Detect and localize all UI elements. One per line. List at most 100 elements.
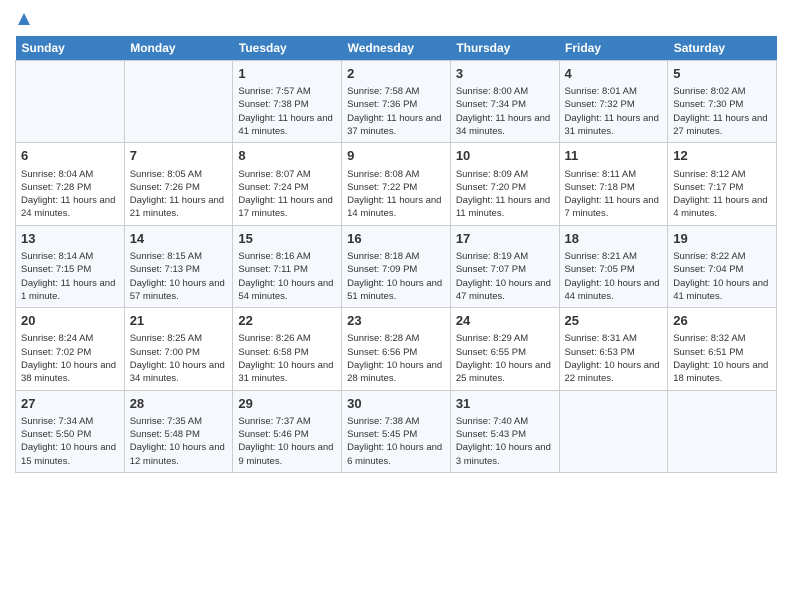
day-number: 5 <box>673 65 771 83</box>
calendar-day: 30 Sunrise: 7:38 AMSunset: 5:45 PMDayligh… <box>342 390 451 472</box>
calendar-day: 25 Sunrise: 8:31 AMSunset: 6:53 PMDayligh… <box>559 308 668 390</box>
calendar-day: 2 Sunrise: 7:58 AMSunset: 7:36 PMDaylight… <box>342 61 451 143</box>
day-info: Sunrise: 7:37 AMSunset: 5:46 PMDaylight:… <box>238 415 336 468</box>
day-info: Sunrise: 7:34 AMSunset: 5:50 PMDaylight:… <box>21 415 119 468</box>
calendar-day: 14 Sunrise: 8:15 AMSunset: 7:13 PMDayligh… <box>124 225 233 307</box>
calendar-day <box>16 61 125 143</box>
calendar-day: 7 Sunrise: 8:05 AMSunset: 7:26 PMDaylight… <box>124 143 233 225</box>
calendar-day: 17 Sunrise: 8:19 AMSunset: 7:07 PMDayligh… <box>450 225 559 307</box>
calendar-day: 6Sunrise: 8:04 AMSunset: 7:28 PMDaylight… <box>16 143 125 225</box>
calendar-day: 23 Sunrise: 8:28 AMSunset: 6:56 PMDayligh… <box>342 308 451 390</box>
calendar-day: 11Sunrise: 8:11 AMSunset: 7:18 PMDayligh… <box>559 143 668 225</box>
calendar-day <box>559 390 668 472</box>
header-day: Sunday <box>16 36 125 61</box>
day-number: 30 <box>347 395 445 413</box>
calendar-day: 9Sunrise: 8:08 AMSunset: 7:22 PMDaylight… <box>342 143 451 225</box>
header-day: Thursday <box>450 36 559 61</box>
day-number: 17 <box>456 230 554 248</box>
calendar-day: 26 Sunrise: 8:32 AMSunset: 6:51 PMDayligh… <box>668 308 777 390</box>
day-number: 12 <box>673 147 771 165</box>
day-info: Sunrise: 7:40 AMSunset: 5:43 PMDaylight:… <box>456 415 554 468</box>
calendar-day: 16 Sunrise: 8:18 AMSunset: 7:09 PMDayligh… <box>342 225 451 307</box>
day-number: 3 <box>456 65 554 83</box>
day-number: 23 <box>347 312 445 330</box>
header-day: Friday <box>559 36 668 61</box>
calendar-day: 22Sunrise: 8:26 AMSunset: 6:58 PMDayligh… <box>233 308 342 390</box>
day-number: 10 <box>456 147 554 165</box>
day-number: 7 <box>130 147 228 165</box>
day-number: 22 <box>238 312 336 330</box>
day-info: Sunrise: 8:25 AMSunset: 7:00 PMDaylight:… <box>130 332 228 385</box>
logo <box>15 10 33 28</box>
day-number: 21 <box>130 312 228 330</box>
day-info: Sunrise: 8:09 AMSunset: 7:20 PMDaylight:… <box>456 168 554 221</box>
header <box>15 10 777 28</box>
day-info: Sunrise: 8:19 AMSunset: 7:07 PMDaylight:… <box>456 250 554 303</box>
day-info: Sunrise: 8:18 AMSunset: 7:09 PMDaylight:… <box>347 250 445 303</box>
day-number: 8 <box>238 147 336 165</box>
calendar-day: 15Sunrise: 8:16 AMSunset: 7:11 PMDayligh… <box>233 225 342 307</box>
calendar-week: 6Sunrise: 8:04 AMSunset: 7:28 PMDaylight… <box>16 143 777 225</box>
calendar-day: 29 Sunrise: 7:37 AMSunset: 5:46 PMDayligh… <box>233 390 342 472</box>
calendar-day <box>668 390 777 472</box>
day-info: Sunrise: 8:29 AMSunset: 6:55 PMDaylight:… <box>456 332 554 385</box>
day-info: Sunrise: 8:11 AMSunset: 7:18 PMDaylight:… <box>565 168 663 221</box>
calendar-day <box>124 61 233 143</box>
calendar-week: 20 Sunrise: 8:24 AMSunset: 7:02 PMDayligh… <box>16 308 777 390</box>
calendar-week: 13Sunrise: 8:14 AMSunset: 7:15 PMDayligh… <box>16 225 777 307</box>
day-info: Sunrise: 8:31 AMSunset: 6:53 PMDaylight:… <box>565 332 663 385</box>
day-info: Sunrise: 7:38 AMSunset: 5:45 PMDaylight:… <box>347 415 445 468</box>
calendar-day: 8 Sunrise: 8:07 AMSunset: 7:24 PMDaylight… <box>233 143 342 225</box>
calendar-day: 10 Sunrise: 8:09 AMSunset: 7:20 PMDayligh… <box>450 143 559 225</box>
day-number: 14 <box>130 230 228 248</box>
day-number: 27 <box>21 395 119 413</box>
day-info: Sunrise: 8:00 AMSunset: 7:34 PMDaylight:… <box>456 85 554 138</box>
calendar-day: 12 Sunrise: 8:12 AMSunset: 7:17 PMDayligh… <box>668 143 777 225</box>
calendar-day: 1 Sunrise: 7:57 AMSunset: 7:38 PMDaylight… <box>233 61 342 143</box>
calendar-day: 18Sunrise: 8:21 AMSunset: 7:05 PMDayligh… <box>559 225 668 307</box>
calendar-day: 3 Sunrise: 8:00 AMSunset: 7:34 PMDaylight… <box>450 61 559 143</box>
day-info: Sunrise: 8:22 AMSunset: 7:04 PMDaylight:… <box>673 250 771 303</box>
day-number: 19 <box>673 230 771 248</box>
calendar-week: 1 Sunrise: 7:57 AMSunset: 7:38 PMDaylight… <box>16 61 777 143</box>
day-info: Sunrise: 7:57 AMSunset: 7:38 PMDaylight:… <box>238 85 336 138</box>
day-number: 28 <box>130 395 228 413</box>
day-number: 24 <box>456 312 554 330</box>
header-day: Tuesday <box>233 36 342 61</box>
day-number: 25 <box>565 312 663 330</box>
day-number: 1 <box>238 65 336 83</box>
day-number: 13 <box>21 230 119 248</box>
day-info: Sunrise: 8:24 AMSunset: 7:02 PMDaylight:… <box>21 332 119 385</box>
day-info: Sunrise: 8:28 AMSunset: 6:56 PMDaylight:… <box>347 332 445 385</box>
day-number: 2 <box>347 65 445 83</box>
day-info: Sunrise: 8:12 AMSunset: 7:17 PMDaylight:… <box>673 168 771 221</box>
calendar-day: 27 Sunrise: 7:34 AMSunset: 5:50 PMDayligh… <box>16 390 125 472</box>
day-number: 29 <box>238 395 336 413</box>
calendar-day: 5 Sunrise: 8:02 AMSunset: 7:30 PMDaylight… <box>668 61 777 143</box>
day-number: 4 <box>565 65 663 83</box>
calendar-day: 24 Sunrise: 8:29 AMSunset: 6:55 PMDayligh… <box>450 308 559 390</box>
header-day: Saturday <box>668 36 777 61</box>
header-day: Wednesday <box>342 36 451 61</box>
day-info: Sunrise: 8:15 AMSunset: 7:13 PMDaylight:… <box>130 250 228 303</box>
day-info: Sunrise: 8:02 AMSunset: 7:30 PMDaylight:… <box>673 85 771 138</box>
calendar-day: 21 Sunrise: 8:25 AMSunset: 7:00 PMDayligh… <box>124 308 233 390</box>
calendar-week: 27 Sunrise: 7:34 AMSunset: 5:50 PMDayligh… <box>16 390 777 472</box>
day-number: 26 <box>673 312 771 330</box>
day-number: 6 <box>21 147 119 165</box>
day-info: Sunrise: 8:16 AMSunset: 7:11 PMDaylight:… <box>238 250 336 303</box>
calendar-day: 31 Sunrise: 7:40 AMSunset: 5:43 PMDayligh… <box>450 390 559 472</box>
day-info: Sunrise: 8:32 AMSunset: 6:51 PMDaylight:… <box>673 332 771 385</box>
calendar-day: 20 Sunrise: 8:24 AMSunset: 7:02 PMDayligh… <box>16 308 125 390</box>
day-info: Sunrise: 8:07 AMSunset: 7:24 PMDaylight:… <box>238 168 336 221</box>
day-info: Sunrise: 8:01 AMSunset: 7:32 PMDaylight:… <box>565 85 663 138</box>
day-info: Sunrise: 8:08 AMSunset: 7:22 PMDaylight:… <box>347 168 445 221</box>
day-info: Sunrise: 7:58 AMSunset: 7:36 PMDaylight:… <box>347 85 445 138</box>
calendar-day: 4 Sunrise: 8:01 AMSunset: 7:32 PMDaylight… <box>559 61 668 143</box>
calendar-day: 13Sunrise: 8:14 AMSunset: 7:15 PMDayligh… <box>16 225 125 307</box>
day-number: 16 <box>347 230 445 248</box>
day-number: 31 <box>456 395 554 413</box>
day-info: Sunrise: 8:05 AMSunset: 7:26 PMDaylight:… <box>130 168 228 221</box>
calendar-day: 28Sunrise: 7:35 AMSunset: 5:48 PMDayligh… <box>124 390 233 472</box>
day-number: 20 <box>21 312 119 330</box>
